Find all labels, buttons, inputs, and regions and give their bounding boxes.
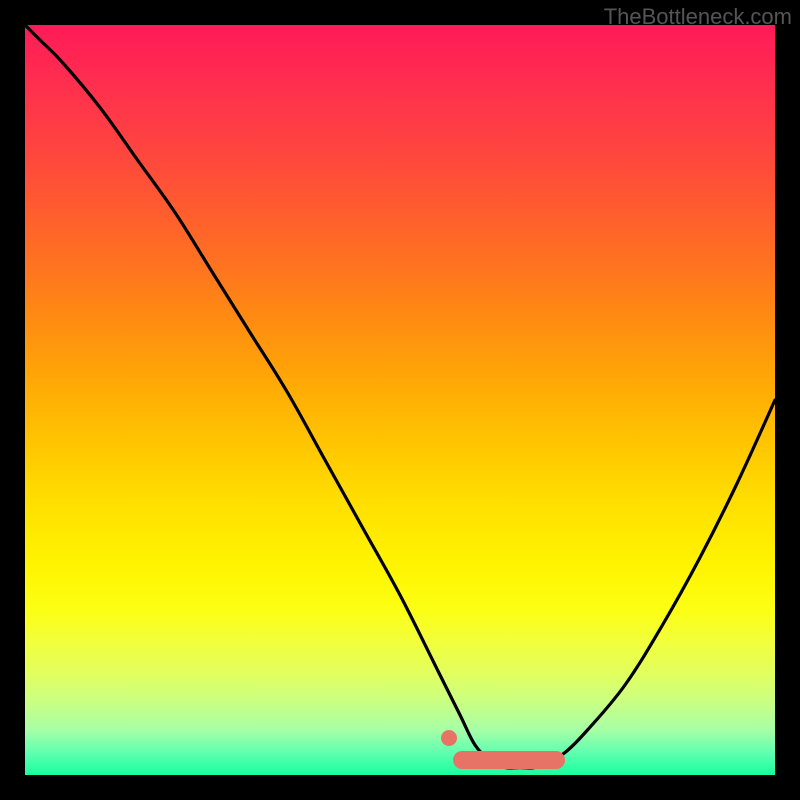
current-point-marker [441, 730, 457, 746]
watermark-text: TheBottleneck.com [604, 4, 792, 30]
bottleneck-curve [25, 25, 775, 775]
plot-area [25, 25, 775, 775]
optimal-region-marker [453, 751, 566, 769]
chart-container: TheBottleneck.com [0, 0, 800, 800]
